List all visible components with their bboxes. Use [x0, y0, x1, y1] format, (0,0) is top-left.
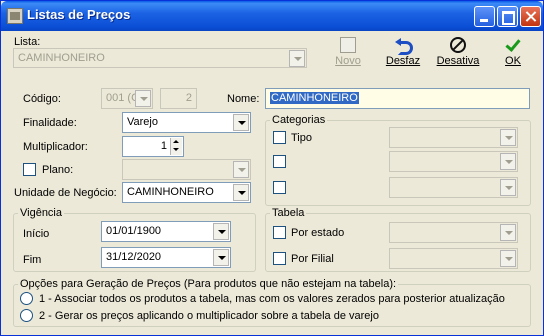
categoria-2-select[interactable]: [389, 151, 518, 172]
desfaz-label: Desfaz: [385, 55, 421, 67]
undo-icon: [395, 37, 413, 55]
categoria-2-checkbox[interactable]: [273, 155, 286, 168]
nome-input[interactable]: CAMINHONEIRO: [265, 88, 530, 109]
chevron-down-icon[interactable]: [289, 50, 305, 67]
tabela-title: Tabela: [270, 207, 307, 219]
window-title: Listas de Preços: [27, 7, 131, 22]
vigencia-title: Vigência: [18, 207, 64, 219]
chevron-down-icon[interactable]: [233, 184, 249, 201]
inicio-label: Início: [23, 228, 50, 240]
nome-value: CAMINHONEIRO: [270, 92, 359, 104]
novo-button[interactable]: Novo: [326, 37, 370, 67]
categoria-tipo-label: Tipo: [291, 132, 312, 144]
codigo-label: Código:: [23, 93, 61, 105]
spin-arrows-icon[interactable]: [170, 138, 182, 155]
categoria-tipo-checkbox[interactable]: [273, 131, 286, 144]
minimize-icon[interactable]: [474, 6, 495, 27]
chevron-down-icon[interactable]: [500, 153, 516, 170]
finalidade-select[interactable]: Varejo: [122, 112, 251, 133]
categorias-title: Categorias: [270, 114, 328, 126]
opcoes-title: Opções para Geração de Preços (Para prod…: [18, 278, 399, 290]
por-filial-checkbox[interactable]: [273, 252, 286, 265]
app-icon: [7, 8, 23, 24]
title-bar[interactable]: Listas de Preços: [1, 1, 543, 31]
codigo-number-value: 2: [185, 92, 192, 104]
chevron-down-icon[interactable]: [500, 224, 516, 241]
opcao-2-label: 2 - Gerar os preços aplicando o multipli…: [39, 310, 379, 322]
new-document-icon: [340, 37, 356, 53]
unidade-value: CAMINHONEIRO: [127, 186, 214, 198]
ok-label: OK: [505, 55, 521, 67]
chevron-down-icon[interactable]: [213, 223, 229, 240]
checkmark-icon: [505, 37, 521, 53]
multiplicador-stepper[interactable]: 1: [122, 136, 184, 157]
close-icon[interactable]: [520, 6, 541, 27]
codigo-prefix-select[interactable]: 001 (C): [101, 88, 153, 109]
categoria-3-select[interactable]: [389, 177, 518, 198]
multiplicador-value: 1: [160, 140, 167, 152]
desativa-label: Desativa: [436, 55, 480, 67]
novo-label: Novo: [335, 55, 361, 67]
price-list-window: Listas de Preços Lista: CAMINHONEIRO Nov…: [0, 0, 544, 336]
chevron-down-icon[interactable]: [500, 129, 516, 146]
por-filial-select[interactable]: [389, 248, 518, 269]
categoria-tipo-select[interactable]: [389, 127, 518, 148]
chevron-down-icon[interactable]: [233, 161, 249, 178]
desativa-button[interactable]: Desativa: [434, 37, 482, 67]
plano-select[interactable]: [122, 159, 251, 180]
chevron-down-icon[interactable]: [500, 179, 516, 196]
multiplicador-label: Multiplicador:: [23, 141, 88, 153]
finalidade-value: Varejo: [127, 116, 158, 128]
por-estado-checkbox[interactable]: [273, 226, 286, 239]
deactivate-icon: [450, 37, 466, 53]
fim-date-picker[interactable]: 31/12/2020: [101, 247, 231, 268]
por-estado-label: Por estado: [291, 227, 345, 239]
opcao-2-radio[interactable]: [20, 309, 33, 322]
plano-label: Plano:: [42, 164, 74, 176]
categoria-3-checkbox[interactable]: [273, 181, 286, 194]
nome-label: Nome:: [227, 93, 260, 105]
codigo-number-field[interactable]: 2: [160, 88, 197, 109]
unidade-label: Unidade de Negócio:: [14, 187, 117, 199]
desfaz-button[interactable]: Desfaz: [381, 37, 425, 67]
chevron-down-icon[interactable]: [213, 249, 229, 266]
opcao-1-label: 1 - Associar todos os produtos a tabela,…: [39, 293, 505, 305]
inicio-value: 01/01/1900: [106, 225, 162, 237]
chevron-down-icon[interactable]: [500, 250, 516, 267]
fim-value: 31/12/2020: [106, 251, 162, 263]
lista-value: CAMINHONEIRO: [18, 52, 105, 64]
chevron-down-icon[interactable]: [233, 114, 249, 131]
ok-button[interactable]: OK: [491, 37, 535, 67]
inicio-date-picker[interactable]: 01/01/1900: [101, 221, 231, 242]
plano-checkbox[interactable]: [23, 163, 36, 176]
lista-select[interactable]: CAMINHONEIRO: [13, 48, 307, 68]
por-estado-select[interactable]: [389, 222, 518, 243]
finalidade-label: Finalidade:: [23, 117, 77, 129]
maximize-icon[interactable]: [497, 6, 518, 27]
fim-label: Fim: [23, 254, 42, 266]
por-filial-label: Por Filial: [291, 253, 334, 265]
unidade-select[interactable]: CAMINHONEIRO: [122, 182, 251, 203]
lista-label: Lista:: [14, 36, 41, 48]
chevron-down-icon[interactable]: [135, 90, 151, 107]
opcao-1-radio[interactable]: [20, 292, 33, 305]
